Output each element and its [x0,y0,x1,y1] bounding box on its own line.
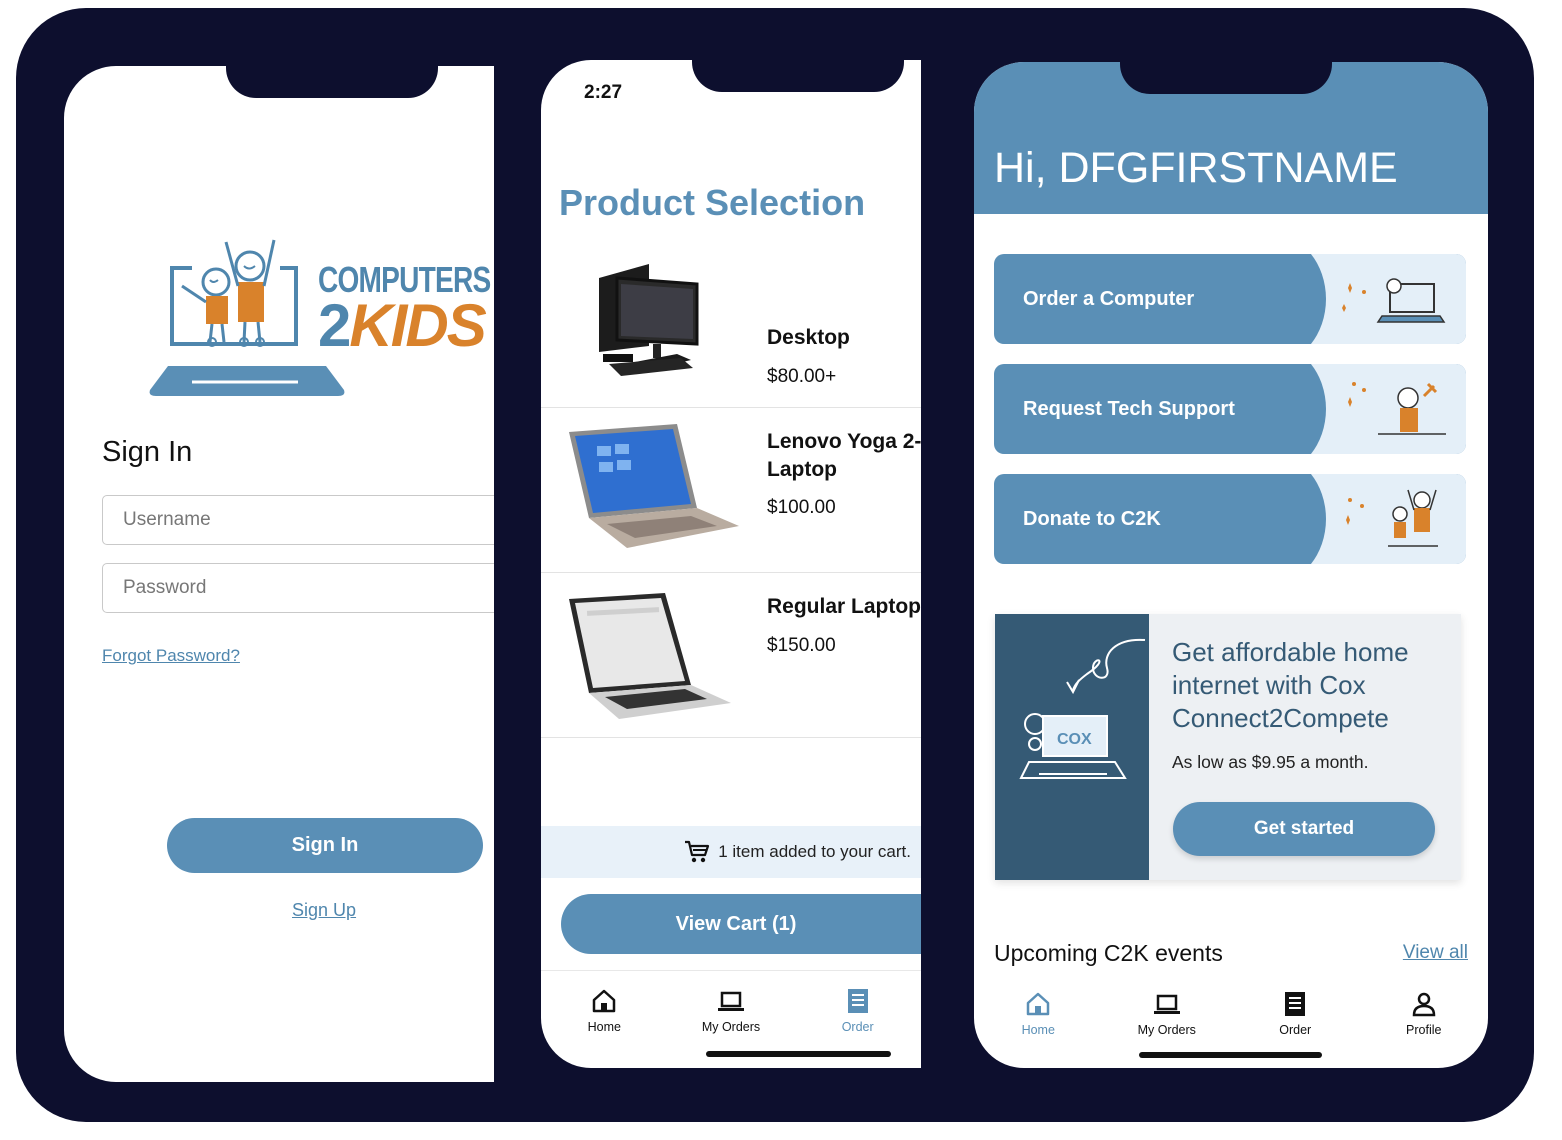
action-label: Request Tech Support [1023,398,1235,420]
tab-label: Order [1279,1023,1312,1037]
logo-kids-word: KIDS [349,292,486,359]
page-title: Product Selection [559,182,866,223]
profile-icon [1412,992,1436,1017]
tab-label: Home [1021,1023,1055,1037]
home-indicator [1139,1052,1322,1058]
product-item-lenovo-yoga[interactable]: Lenovo Yoga 2-in-1 Laptop $100.00 [541,408,921,573]
tab-home[interactable]: Home [541,971,668,1066]
cart-banner-text: 1 item added to your cart. [718,842,911,861]
phone-notch [692,60,904,92]
view-all-link[interactable]: View all [1403,942,1468,964]
promo-headline: Get affordable home internet with Cox Co… [1172,637,1409,733]
password-input[interactable] [102,563,494,613]
home-icon [593,989,616,1013]
phone-notch [1120,62,1332,94]
kids-illustration-icon [1346,489,1438,547]
request-tech-support-button[interactable]: Request Tech Support [994,364,1466,454]
product-name: Lenovo Yoga 2-in-1 Laptop [767,428,921,484]
action-curve [1236,474,1326,564]
upcoming-events-heading: Upcoming C2K events [994,940,1223,966]
product-price: $150.00 [767,635,836,656]
product-price: $100.00 [767,497,836,518]
regular-laptop-image [569,593,731,719]
tab-label: Profile [1406,1023,1442,1037]
product-selection-phone-screen: 2:27 Product Selection Desktop $80.00+ L… [541,60,921,1068]
tech-support-illustration-icon [1348,382,1446,435]
laptop-illustration-icon [1342,278,1446,323]
signup-link[interactable]: Sign Up [292,900,356,921]
phone-notch [226,66,438,98]
cox-laptop-illustration: COX [1019,638,1146,779]
product-item-regular-laptop[interactable]: Regular Laptop $150.00 [541,573,921,738]
product-name: Desktop [767,324,850,352]
lenovo-yoga-laptop-image [569,424,739,548]
product-price: $80.00+ [767,366,837,387]
tab-label: Order [841,1020,874,1034]
cart-added-banner: 1 item added to your cart. [541,826,921,878]
product-item-desktop[interactable]: Desktop $80.00+ [541,248,921,408]
product-name-line2: Laptop [767,458,837,481]
logo-kids-text: 2KIDS [318,296,494,356]
forgot-password-link[interactable]: Forgot Password? [102,646,240,666]
action-curve [1236,254,1326,344]
donate-to-c2k-button[interactable]: Donate to C2K [994,474,1466,564]
view-cart-button[interactable]: View Cart (1) [561,894,921,954]
desktop-computer-image [599,264,699,376]
tab-profile[interactable]: Profile [1360,974,1489,1068]
logo-wordmark: COMPUTERS 2KIDS [318,262,494,356]
action-label: Donate to C2K [1023,508,1161,530]
shopping-cart-icon [685,840,710,863]
username-input[interactable] [102,495,494,545]
home-icon [1027,992,1050,1016]
action-label: Order a Computer [1023,288,1195,310]
order-list-icon [1285,992,1306,1016]
signin-phone-screen: COMPUTERS 2KIDS Sign In Forgot Password?… [64,66,494,1082]
laptop-icon [718,991,744,1011]
cox-internet-promo-card: COX Get affordable home internet with Co… [995,614,1461,880]
signin-button[interactable]: Sign In [167,818,483,873]
promo-illustration-panel: COX [995,614,1149,880]
product-name: Regular Laptop [767,595,921,618]
logo-number-2: 2 [318,292,351,359]
tab-label: My Orders [701,1020,761,1034]
signin-title: Sign In [102,436,193,468]
get-started-button[interactable]: Get started [1173,802,1435,856]
cox-badge-text: COX [1057,731,1092,748]
home-indicator [706,1051,891,1057]
laptop-icon [1153,994,1180,1014]
tab-label: My Orders [1137,1023,1196,1037]
promo-subtext: As low as $9.95 a month. [1172,752,1369,772]
home-phone-screen: Hi, DFGFIRSTNAME Order a Computer Reques… [974,62,1488,1068]
action-curve [1236,364,1326,454]
product-name-line1: Lenovo Yoga 2-in-1 [767,430,921,453]
tab-label: Home [587,1020,621,1034]
order-computer-button[interactable]: Order a Computer [994,254,1466,344]
tab-home[interactable]: Home [974,974,1103,1068]
logo-computers-text: COMPUTERS [318,259,491,300]
order-list-icon [847,989,868,1013]
product-name-text: Desktop [767,326,850,349]
status-bar-time: 2:27 [584,82,623,103]
greeting-text: Hi, DFGFIRSTNAME [994,144,1398,192]
